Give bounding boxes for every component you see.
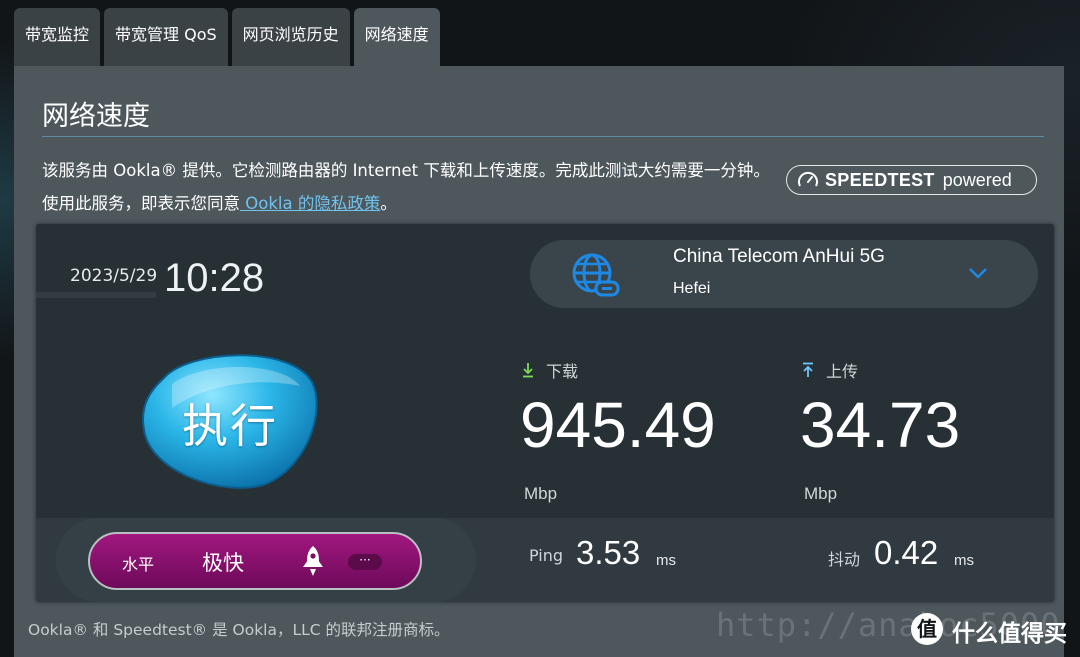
time-underline <box>36 292 156 298</box>
ping-label: Ping <box>529 546 564 565</box>
rocket-icon <box>303 546 323 576</box>
speedtest-powered-badge: SPEEDTEST powered <box>786 165 1037 195</box>
go-button-label: 执行 <box>182 399 278 453</box>
jitter-value: 0.42 <box>874 534 939 571</box>
trademark-notice: Ookla® 和 Speedtest® 是 Ookla，LLC 的联邦注册商标。 <box>28 621 450 639</box>
download-unit: Mbp <box>524 484 558 503</box>
tab-bandwidth-monitor[interactable]: 带宽监控 <box>14 8 101 66</box>
level-key: 水平 <box>122 555 155 574</box>
test-time: 10:28 <box>164 256 265 300</box>
upload-label-text: 上传 <box>826 362 859 381</box>
chevron-down-icon <box>969 268 987 279</box>
globe-link-icon <box>572 253 620 297</box>
tab-network-speed[interactable]: 网络速度 <box>353 8 440 66</box>
more-options-button[interactable]: ··· <box>348 554 382 570</box>
tab-bar: 带宽监控 带宽管理 QoS 网页浏览历史 网络速度 <box>14 8 444 66</box>
tab-bandwidth-qos[interactable]: 带宽管理 QoS <box>104 8 228 66</box>
privacy-policy-link[interactable]: Ookla 的隐私政策 <box>240 194 380 213</box>
ping-value: 3.53 <box>576 534 641 571</box>
download-label: 下载 <box>522 358 578 382</box>
download-value: 945.49 <box>520 389 716 461</box>
jitter-label: 抖动 <box>828 550 861 569</box>
description-end: 。 <box>380 194 397 213</box>
server-selector[interactable]: China Telecom AnHui 5G Hefei <box>530 240 1038 308</box>
ping-unit: ms <box>656 552 676 569</box>
download-label-text: 下载 <box>546 362 579 381</box>
download-arrow-icon <box>523 363 533 378</box>
service-description: 该服务由 Ookla® 提供。它检测路由器的 Internet 下载和上传速度。… <box>42 154 772 220</box>
speedtest-card: 2023/5/29 10:28 China Telecom AnHui 5G H… <box>36 224 1054 602</box>
upload-label: 上传 <box>802 358 858 382</box>
server-city: Hefei <box>673 280 711 297</box>
watermark-logo: 值 <box>911 613 943 645</box>
upload-unit: Mbp <box>804 484 838 503</box>
page-title: 网络速度 <box>42 101 150 132</box>
speedometer-icon <box>798 171 818 187</box>
upload-arrow-icon <box>803 362 813 377</box>
description-text: 该服务由 Ookla® 提供。它检测路由器的 Internet 下载和上传速度。… <box>42 161 770 213</box>
server-name: China Telecom AnHui 5G <box>673 246 885 267</box>
upload-value: 34.73 <box>800 389 961 461</box>
speed-level-pill: 水平 极快 ··· <box>88 532 422 590</box>
tab-web-history[interactable]: 网页浏览历史 <box>231 8 350 66</box>
jitter-unit: ms <box>954 552 974 569</box>
title-divider <box>42 136 1044 137</box>
powered-label: powered <box>942 169 1012 190</box>
watermark-site-name: 什么值得买 <box>952 621 1067 647</box>
speedtest-panel: 网络速度 该服务由 Ookla® 提供。它检测路由器的 Internet 下载和… <box>14 66 1064 657</box>
level-value: 极快 <box>202 551 244 575</box>
test-date: 2023/5/29 <box>70 266 158 286</box>
speedtest-brand: SPEEDTEST <box>825 169 935 190</box>
